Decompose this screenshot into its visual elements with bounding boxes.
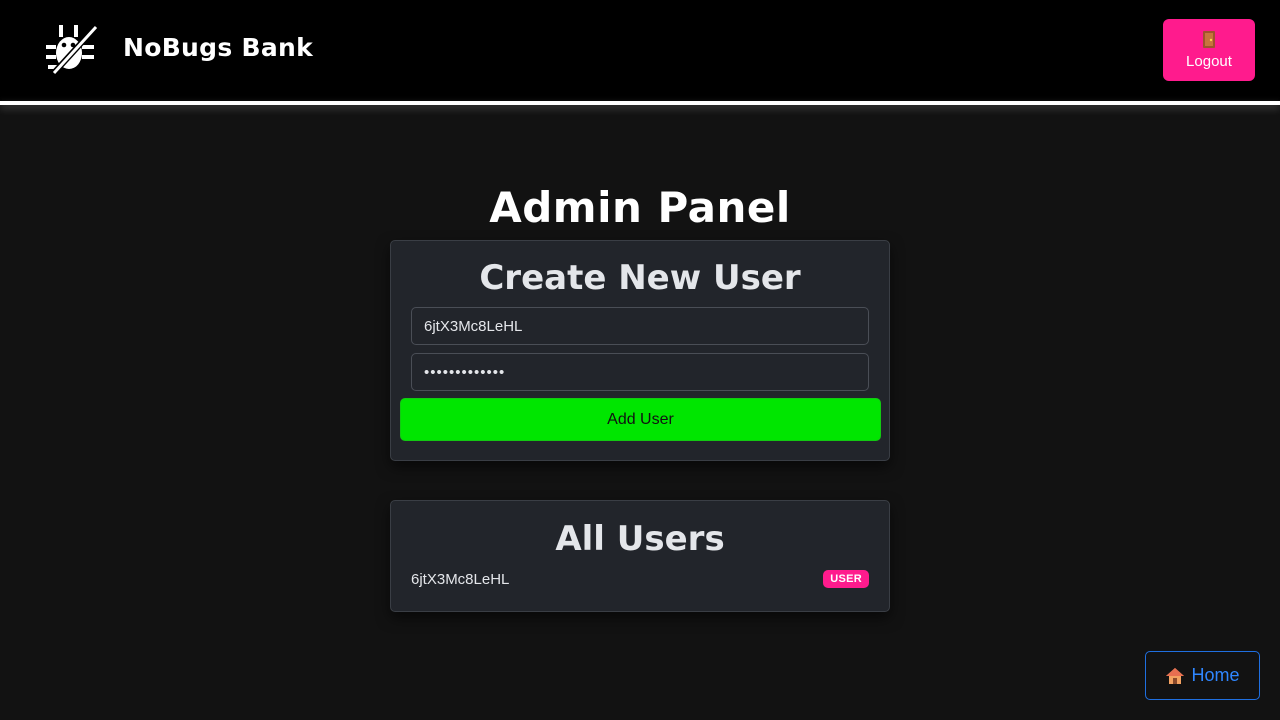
user-name: 6jtX3Mc8LeHL (411, 570, 510, 588)
create-user-title: Create New User (479, 258, 801, 298)
brand-name: NoBugs Bank (123, 33, 314, 62)
create-user-card: Create New User Add User (390, 240, 890, 461)
all-users-title: All Users (555, 519, 725, 559)
bug-slash-icon (46, 25, 98, 77)
header-divider (0, 101, 1280, 105)
logout-label: Logout (1186, 52, 1232, 70)
logout-button[interactable]: Logout (1163, 19, 1255, 81)
role-badge: USER (823, 570, 869, 588)
page-title: Admin Panel (489, 183, 791, 232)
top-navbar: NoBugs Bank Logout (0, 0, 1280, 101)
all-users-card: All Users 6jtX3Mc8LeHL USER (390, 500, 890, 612)
user-list-item: 6jtX3Mc8LeHL USER (411, 567, 869, 591)
home-button[interactable]: Home (1145, 651, 1260, 700)
username-input[interactable] (411, 307, 869, 345)
door-icon (1203, 30, 1215, 48)
password-input[interactable] (411, 353, 869, 391)
add-user-button[interactable]: Add User (400, 398, 881, 441)
home-label: Home (1191, 665, 1240, 685)
house-icon (1166, 667, 1185, 684)
